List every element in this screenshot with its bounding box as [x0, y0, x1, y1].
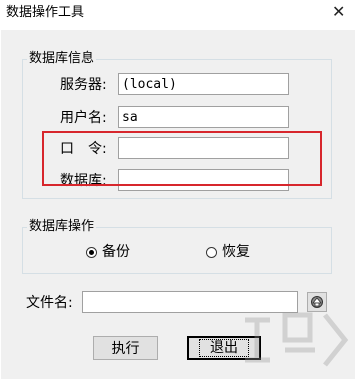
restore-radio-option[interactable]: 恢复	[206, 243, 250, 261]
server-label: 服务器:	[60, 77, 107, 93]
execute-button[interactable]: 执行	[93, 336, 158, 360]
username-input[interactable]	[118, 106, 289, 128]
filename-input[interactable]	[82, 291, 298, 313]
title-bar: 数据操作工具 ✕	[0, 0, 356, 30]
filename-label: 文件名:	[26, 295, 73, 311]
backup-radio[interactable]	[86, 246, 97, 258]
execute-label: 执行	[111, 341, 140, 357]
username-label: 用户名:	[60, 110, 107, 126]
backup-label: 备份	[102, 244, 130, 260]
highlight-box	[42, 131, 322, 186]
exit-label: 退出	[199, 339, 249, 357]
restore-radio[interactable]	[206, 246, 217, 258]
radio-selected-dot	[89, 249, 94, 255]
exit-button[interactable]: 退出	[187, 336, 261, 360]
browse-button[interactable]	[307, 292, 327, 312]
db-ops-legend: 数据库操作	[29, 219, 95, 234]
server-input[interactable]	[118, 73, 289, 95]
folder-browse-icon	[311, 296, 323, 308]
db-info-legend: 数据库信息	[29, 51, 95, 66]
close-icon[interactable]: ✕	[332, 3, 345, 21]
backup-radio-option[interactable]: 备份	[86, 243, 130, 261]
restore-label: 恢复	[222, 244, 250, 260]
window-title: 数据操作工具	[6, 5, 85, 20]
db-ops-group: 数据库操作	[22, 220, 332, 274]
